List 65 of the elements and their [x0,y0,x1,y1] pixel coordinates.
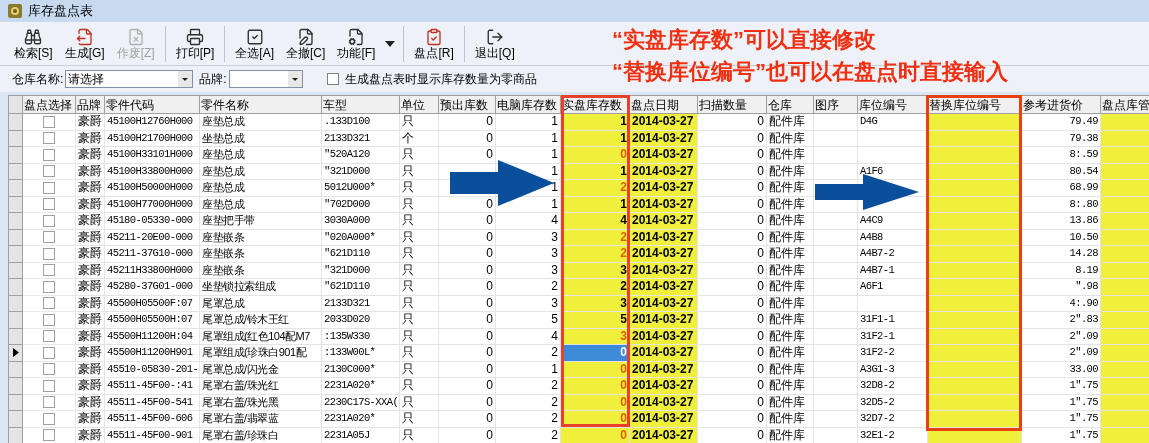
column-header[interactable]: 图序 [813,95,858,114]
toolbar-button[interactable]: 盘点[R] [408,23,460,64]
column-header[interactable]: 零件名称 [199,95,322,114]
brand-select[interactable] [228,70,303,88]
checkbox[interactable] [43,429,55,442]
column-header[interactable]: 车型 [321,95,400,114]
checkbox[interactable] [43,379,55,392]
dropdown-arrow-icon[interactable] [385,40,396,47]
column-header[interactable]: 单位 [399,95,439,114]
column-header[interactable]: 预出库数 [438,95,496,114]
checkbox[interactable] [43,247,55,260]
checkbox[interactable] [43,214,55,227]
column-header[interactable]: 零件代码 [104,95,200,114]
exit-icon [485,27,504,46]
checkbox[interactable] [43,412,55,425]
checkbox-icon [245,27,264,46]
checkbox[interactable] [43,148,55,161]
checkbox[interactable] [43,280,55,293]
checkbox[interactable] [43,132,55,145]
binoculars-icon [24,27,43,46]
checkbox[interactable] [43,198,55,211]
warehouse-select[interactable]: 请选择 [65,70,194,88]
checkbox[interactable] [43,264,55,277]
column-header[interactable]: 盘点选择 [22,95,76,114]
document-gear-icon [347,27,366,46]
toolbar-button[interactable]: 生成[G] [58,23,111,64]
checkbox[interactable] [43,231,55,244]
document-x-icon [126,27,145,46]
toolbar-button[interactable]: 全撤[C] [280,23,332,64]
toolbar-button[interactable]: 退出[Q] [468,23,521,64]
checkbox[interactable] [43,297,55,310]
checkbox-label: 生成盘点表时显示库存数量为零商品 [344,71,537,88]
toolbar-button[interactable]: 全选[A] [229,23,281,64]
app-icon [8,4,22,18]
window-title: 库存盘点表 [28,2,93,21]
checkbox[interactable] [43,181,55,194]
warehouse-label: 仓库名称: [12,71,64,88]
checkbox[interactable] [326,73,339,85]
checkbox[interactable] [43,346,55,359]
printer-icon [186,27,204,46]
annotation-text: “替换库位编号”也可以在盘点时直接输入 [612,58,1008,86]
row-header-corner [8,95,23,114]
clipboard-check-icon [425,27,444,46]
toolbar-button[interactable]: 打印[P] [169,23,221,64]
document-pencil-icon [296,27,315,46]
checkbox[interactable] [43,115,55,128]
column-header[interactable]: 盘点日期 [629,95,698,114]
row-pointer-icon [12,348,19,358]
column-header[interactable]: 仓库 [766,95,814,114]
column-header[interactable]: 品牌 [75,95,105,114]
checkbox[interactable] [43,330,55,343]
column-header[interactable]: 扫描数量 [697,95,767,114]
checkbox[interactable] [43,313,55,326]
column-header[interactable]: 参考进货价 [1021,95,1101,114]
column-header[interactable]: 库位编号 [857,95,928,114]
document-arrow-icon [75,27,94,46]
toolbar-button[interactable]: 检索[S] [8,23,59,64]
column-header[interactable]: 盘点库管 [1100,95,1149,114]
toolbar-button[interactable]: 功能[F] [331,23,382,64]
column-header[interactable]: 电脑库存数 [495,95,561,114]
checkbox[interactable] [43,363,55,376]
annotation-text: “实盘库存数”可以直接修改 [612,26,877,54]
checkbox[interactable] [43,165,55,178]
brand-label: 品牌: [199,71,227,88]
checkbox[interactable] [43,396,55,409]
